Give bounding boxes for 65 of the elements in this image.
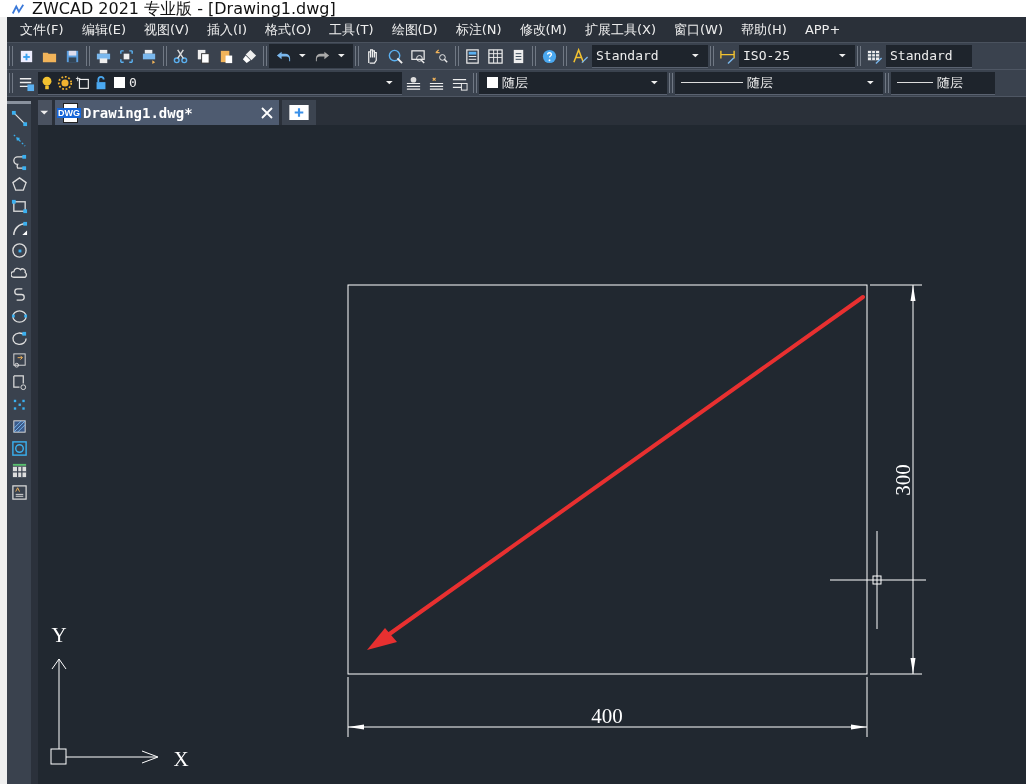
- table-style-dropdown[interactable]: Standard: [886, 44, 972, 68]
- insert-block-icon[interactable]: [10, 352, 28, 369]
- linetype-dropdown[interactable]: 随层: [675, 71, 883, 95]
- menu-item[interactable]: 修改(M): [510, 20, 576, 39]
- zoom-window-icon[interactable]: [410, 47, 427, 65]
- text-style-icon[interactable]: [572, 47, 589, 65]
- lineweight-dropdown[interactable]: 随层: [891, 71, 995, 95]
- text-style-dropdown[interactable]: Standard: [592, 44, 708, 68]
- printer-icon[interactable]: [95, 47, 112, 65]
- color-swatch: [487, 77, 498, 88]
- table-icon[interactable]: [10, 462, 28, 479]
- layer-previous-icon[interactable]: [405, 74, 422, 92]
- menu-item[interactable]: 帮助(H): [731, 20, 796, 39]
- color-swatch: [114, 77, 125, 88]
- menu-item[interactable]: 绘图(D): [382, 20, 447, 39]
- close-icon[interactable]: [261, 106, 273, 119]
- line-sample: [681, 82, 743, 83]
- line-icon[interactable]: [10, 110, 28, 127]
- menu-item[interactable]: 扩展工具(X): [575, 20, 665, 39]
- menu-item[interactable]: 工具(T): [320, 20, 383, 39]
- menu-item[interactable]: 插入(I): [198, 20, 256, 39]
- sun-icon[interactable]: [57, 74, 73, 91]
- hatch-icon[interactable]: [10, 418, 28, 435]
- pentagon-icon[interactable]: [10, 176, 28, 193]
- new-tab-button[interactable]: [282, 100, 316, 125]
- menu-item[interactable]: 窗口(W): [664, 20, 732, 39]
- preview-icon[interactable]: [118, 47, 135, 65]
- zoom-previous-icon[interactable]: [433, 47, 450, 65]
- app-logo-icon: [10, 3, 26, 17]
- elliptical-arc-icon[interactable]: [10, 330, 28, 347]
- menu-item[interactable]: 标注(N): [446, 20, 511, 39]
- drawing-tab[interactable]: DWG Drawing1.dwg*: [55, 100, 279, 125]
- ellipse-icon[interactable]: [10, 308, 28, 325]
- menu-item[interactable]: 格式(O): [256, 20, 321, 39]
- axis-label: Y: [51, 623, 67, 647]
- zoom-icon[interactable]: [387, 47, 404, 65]
- menu-item[interactable]: 视图(V): [135, 20, 199, 39]
- calculator-icon[interactable]: [464, 47, 481, 65]
- circle-icon[interactable]: [10, 242, 28, 259]
- tab-list-button[interactable]: [38, 100, 52, 125]
- grid-panel-icon[interactable]: [487, 47, 504, 65]
- layer-dropdown[interactable]: 0: [38, 71, 402, 95]
- make-block-icon[interactable]: [10, 374, 28, 391]
- drawing-canvas[interactable]: 400 300 Y X: [38, 125, 1026, 784]
- help-icon[interactable]: [541, 47, 558, 65]
- line-sample: [897, 82, 933, 83]
- color-dropdown[interactable]: 随层: [479, 71, 667, 95]
- plot-icon[interactable]: [141, 47, 158, 65]
- menu-item[interactable]: 编辑(E): [72, 20, 135, 39]
- ucs-icon: [50, 658, 159, 765]
- menu-item[interactable]: 文件(F): [11, 20, 73, 39]
- region-icon[interactable]: [10, 440, 28, 457]
- window-title: ZWCAD 2021 专业版 - [Drawing1.dwg]: [32, 0, 336, 17]
- axis-label: X: [173, 747, 189, 771]
- viewport-icon[interactable]: [75, 74, 91, 91]
- arc-icon[interactable]: [10, 220, 28, 237]
- scissors-icon[interactable]: [172, 47, 189, 65]
- menu-item[interactable]: APP+: [795, 22, 850, 37]
- polyline-icon[interactable]: [10, 154, 28, 171]
- dimension-text: 400: [591, 704, 623, 728]
- rectangle-icon[interactable]: [10, 198, 28, 215]
- multiline-text-icon[interactable]: [10, 484, 28, 501]
- dimension-style-dropdown[interactable]: ISO-25: [739, 44, 855, 68]
- copy-icon[interactable]: [195, 47, 212, 65]
- dimension-text: 300: [891, 464, 915, 496]
